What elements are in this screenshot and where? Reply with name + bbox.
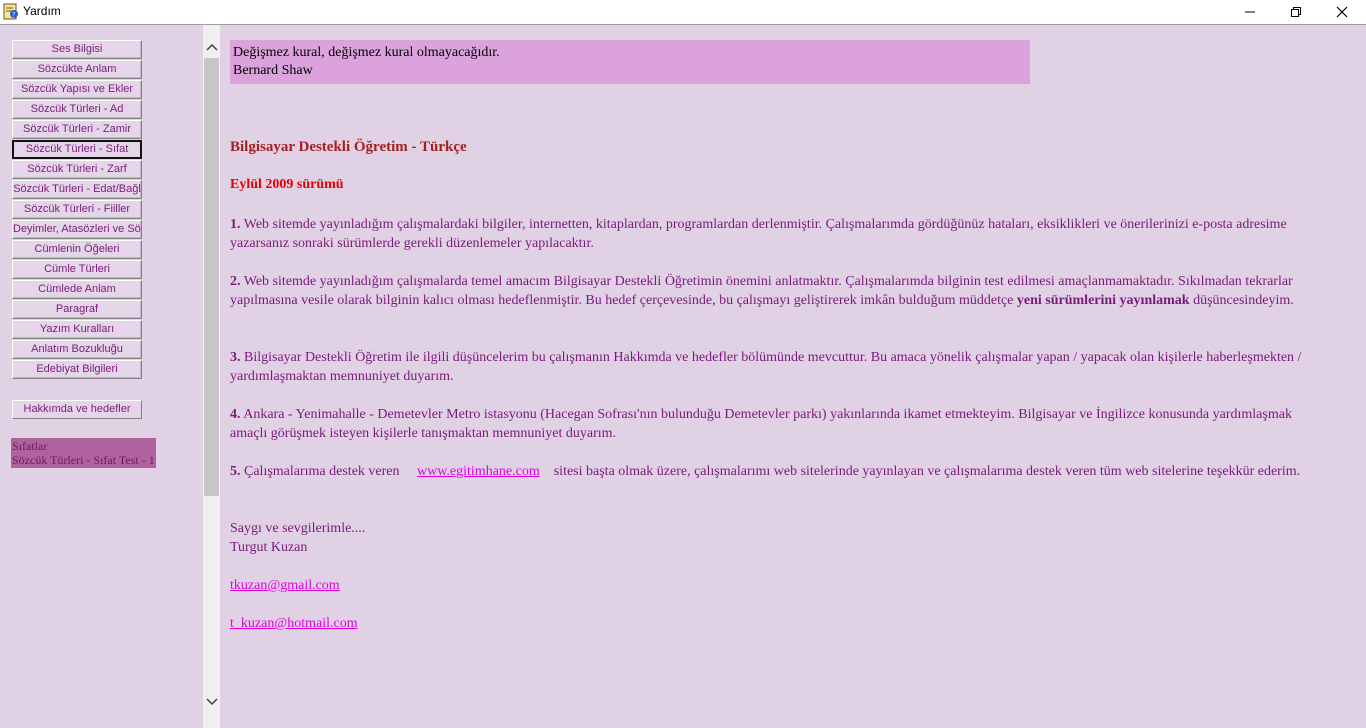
sidebar-item-cumle-turleri[interactable]: Cümle Türleri [12, 260, 142, 279]
sidebar-item-paragraf[interactable]: Paragraf [12, 300, 142, 319]
paragraph-4: 4. Ankara - Yenimahalle - Demetevler Met… [230, 405, 1330, 443]
sidebar-item-edebiyat-bilgileri[interactable]: Edebiyat Bilgileri [12, 360, 142, 379]
help-app-icon: ? [3, 3, 18, 20]
about-button[interactable]: Hakkımda ve hedefler [12, 400, 142, 419]
paragraph-text: sitesi başta olmak üzere, çalışmalarımı … [553, 464, 1301, 479]
page-title: Bilgisayar Destekli Öğretim - Türkçe [230, 139, 467, 155]
sidebar-item-cumlede-anlam[interactable]: Cümlede Anlam [12, 280, 142, 299]
sidebar-item-turler-fiiller[interactable]: Sözcük Türleri - Fiiller [12, 200, 142, 219]
quote-author: Bernard Shaw [233, 63, 313, 78]
regards-text: Saygı ve sevgilerimle.... [230, 521, 366, 536]
close-button[interactable] [1319, 0, 1365, 24]
email-link-gmail[interactable]: tkuzan@gmail.com [230, 576, 340, 595]
sidebar-item-anlatim-bozuklugu[interactable]: Anlatım Bozukluğu [12, 340, 142, 359]
paragraph-3: 3. Bilgisayar Destekli Öğretim ile ilgil… [230, 348, 1330, 386]
restore-button[interactable] [1273, 0, 1319, 24]
sidebar-item-turler-edat[interactable]: Sözcük Türleri - Edat/Bağl [12, 180, 142, 199]
title-bar: ? Yardım [0, 0, 1366, 24]
scroll-down-button[interactable] [203, 693, 220, 710]
quote-text: Değişmez kural, değişmez kural olmayacağ… [233, 45, 500, 60]
chevron-down-icon [205, 697, 218, 705]
version-label: Eylül 2009 sürümü [230, 177, 344, 192]
sidebar-item-yazim-kurallari[interactable]: Yazım Kuralları [12, 320, 142, 339]
sidebar-item-cumlenin-ogeleri[interactable]: Cümlenin Öğeleri [12, 240, 142, 259]
scroll-up-button[interactable] [203, 38, 220, 55]
scroll-thumb[interactable] [204, 58, 219, 496]
vertical-scrollbar[interactable] [203, 25, 220, 728]
submenu-item-sifatlar[interactable]: Sıfatlar [11, 439, 156, 453]
minimize-icon [1245, 11, 1255, 13]
help-content: Değişmez kural, değişmez kural olmayacağ… [220, 25, 1366, 728]
author-name: Turgut Kuzan [230, 540, 308, 555]
paragraph-2: 2. Web sitemde yayınladığım çalışmalarda… [230, 272, 1330, 310]
minimize-button[interactable] [1227, 0, 1273, 24]
close-icon [1336, 6, 1348, 18]
paragraph-text: Ankara - Yenimahalle - Demetevler Metro … [230, 407, 1292, 441]
paragraph-text: düşüncesindeyim. [1193, 293, 1294, 308]
sidebar-item-turler-sifat[interactable]: Sözcük Türleri - Sıfat [12, 140, 142, 159]
paragraph-text: Bilgisayar Destekli Öğretim ile ilgili d… [230, 350, 1302, 384]
email-link-hotmail[interactable]: t_kuzan@hotmail.com [230, 614, 358, 633]
sidebar-item-sozcukte-anlam[interactable]: Sözcükte Anlam [12, 60, 142, 79]
paragraph-number: 2. [230, 274, 241, 289]
paragraph-number: 5. [230, 464, 241, 479]
sidebar-item-ses-bilgisi[interactable]: Ses Bilgisi [12, 40, 142, 59]
paragraph-text: Web sitemde yayınladığım çalışmalardaki … [230, 217, 1287, 251]
paragraph-5: 5. Çalışmalarıma destek veren www.egitim… [230, 462, 1330, 481]
egitimhane-link[interactable]: www.egitimhane.com [417, 464, 540, 479]
sidebar-item-deyimler[interactable]: Deyimler, Atasözleri ve Söz [12, 220, 142, 239]
submenu-item-sifat-test[interactable]: Sözcük Türleri - Sıfat Test - 1 [11, 453, 156, 467]
paragraph-1: 1. Web sitemde yayınladığım çalışmalarda… [230, 215, 1330, 253]
paragraph-text: Çalışmalarıma destek veren [244, 464, 400, 479]
sidebar-item-turler-zamir[interactable]: Sözcük Türleri - Zamir [12, 120, 142, 139]
svg-text:?: ? [12, 12, 15, 19]
paragraph-emphasis: yeni sürümlerini yayınlamak [1016, 293, 1190, 308]
window-title: Yardım [23, 4, 61, 18]
sidebar-item-sozcuk-yapisi[interactable]: Sözcük Yapısı ve Ekler [12, 80, 142, 99]
restore-icon [1291, 7, 1301, 17]
sidebar: Ses Bilgisi Sözcükte Anlam Sözcük Yapısı… [0, 25, 203, 728]
chevron-up-icon [205, 43, 218, 51]
sidebar-item-turler-zarf[interactable]: Sözcük Türleri - Zarf [12, 160, 142, 179]
paragraph-number: 3. [230, 350, 241, 365]
submenu-box: Sıfatlar Sözcük Türleri - Sıfat Test - 1 [11, 438, 156, 468]
quote-box: Değişmez kural, değişmez kural olmayacağ… [230, 40, 1030, 84]
paragraph-number: 4. [230, 407, 241, 422]
paragraph-number: 1. [230, 217, 241, 232]
sidebar-item-turler-ad[interactable]: Sözcük Türleri - Ad [12, 100, 142, 119]
